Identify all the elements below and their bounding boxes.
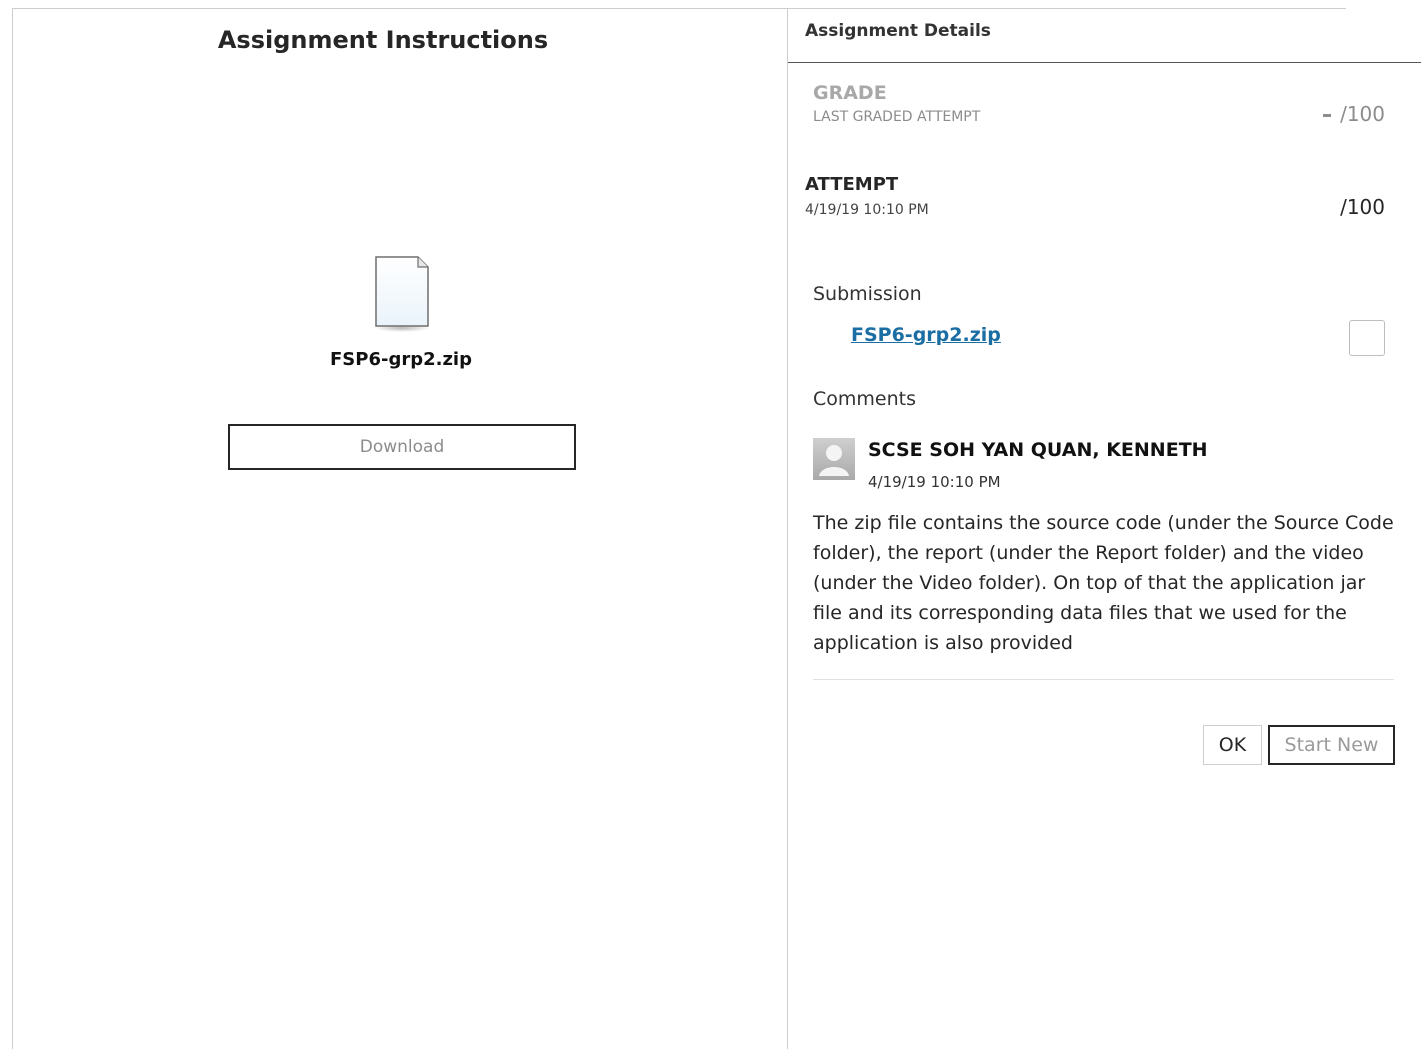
attempt-date: 4/19/19 10:10 PM	[805, 202, 929, 218]
submission-checkbox[interactable]	[1349, 320, 1385, 356]
submission-file-link[interactable]: FSP6-grp2.zip	[851, 324, 1001, 346]
instructions-title: Assignment Instructions	[217, 26, 549, 54]
grade-label: GRADE	[813, 82, 887, 104]
start-new-button[interactable]: Start New	[1268, 725, 1395, 765]
details-divider	[788, 62, 1421, 63]
comments-divider	[813, 679, 1394, 680]
instructions-panel: Assignment Instructions FSP6-grp2.zip Do…	[12, 8, 788, 1049]
avatar-icon	[813, 438, 855, 480]
grade-value: /100	[1340, 102, 1385, 126]
comment-text: The zip file contains the source code (u…	[813, 512, 1394, 654]
comment-author: SCSE SOH YAN QUAN, KENNETH	[868, 439, 1208, 461]
grade-sublabel: LAST GRADED ATTEMPT	[813, 109, 981, 125]
file-name: FSP6-grp2.zip	[330, 349, 472, 370]
attempt-value: /100	[1340, 195, 1385, 219]
grade-value-row: /100	[1323, 102, 1385, 126]
attempt-label: ATTEMPT	[805, 174, 899, 195]
ok-button[interactable]: OK	[1203, 725, 1262, 765]
download-button[interactable]: Download	[228, 424, 576, 470]
dash-icon	[1323, 114, 1332, 117]
document-icon	[374, 256, 430, 332]
comments-label: Comments	[813, 388, 916, 410]
submission-label: Submission	[813, 283, 922, 305]
details-title: Assignment Details	[805, 21, 991, 41]
comment-date: 4/19/19 10:10 PM	[868, 473, 1001, 491]
